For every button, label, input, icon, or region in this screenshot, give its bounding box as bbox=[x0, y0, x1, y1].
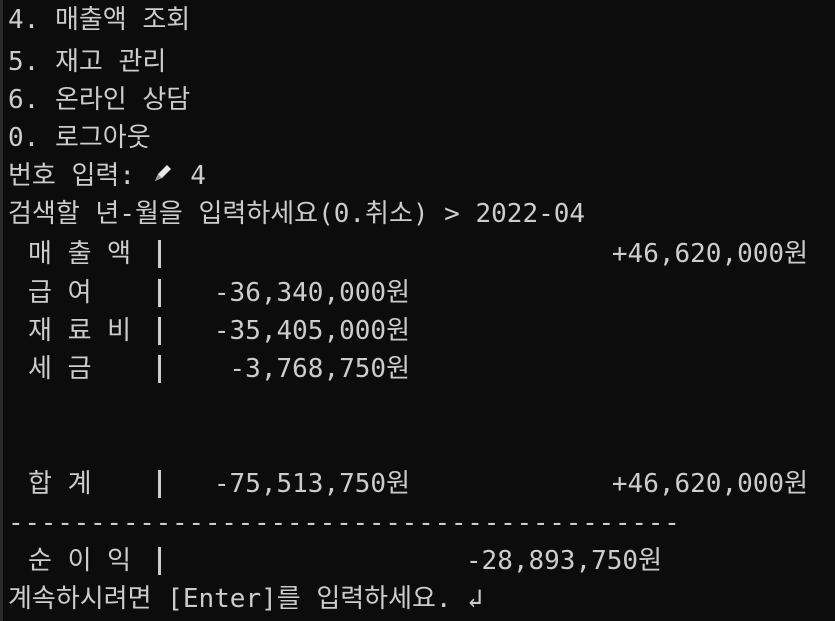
query-label: 검색할 년-월을 입력하세요(0.취소) > bbox=[8, 199, 476, 229]
row-income: +46,620,000원 bbox=[611, 239, 808, 269]
column-divider bbox=[158, 240, 161, 268]
row-expense: -35,405,000원 bbox=[213, 316, 410, 346]
total-label: 합 계 bbox=[28, 469, 92, 499]
menu-item-sales: 4. 매출액 조회 bbox=[8, 5, 191, 35]
prompt-value: 4 bbox=[190, 161, 206, 191]
window-edge bbox=[0, 0, 3, 621]
menu-item-inventory: 5. 재고 관리 bbox=[8, 47, 167, 77]
row-label: 매 출 액 bbox=[28, 239, 132, 269]
row-expense bbox=[180, 236, 410, 272]
net-value: -28,893,750원 bbox=[465, 546, 662, 576]
column-divider bbox=[158, 317, 161, 345]
row-expense: -3,768,750원 bbox=[229, 354, 410, 384]
row-label: 재 료 비 bbox=[28, 316, 132, 346]
pencil-icon bbox=[151, 159, 175, 195]
net-label: 순 이 익 bbox=[28, 546, 132, 576]
row-income bbox=[540, 313, 808, 349]
number-prompt[interactable]: 번호 입력: 4 bbox=[8, 158, 206, 194]
continue-prompt[interactable]: 계속하시려면 [Enter]를 입력하세요. ↲ bbox=[8, 581, 483, 617]
row-label: 급 여 bbox=[28, 278, 92, 308]
row-income bbox=[540, 351, 808, 387]
menu-item-logout: 0. 로그아웃 bbox=[8, 123, 151, 153]
row-label: 세 금 bbox=[28, 354, 92, 384]
row-income bbox=[540, 275, 808, 311]
total-income: +46,620,000원 bbox=[611, 469, 808, 499]
menu-item-consult: 6. 온라인 상담 bbox=[8, 85, 191, 115]
column-divider bbox=[158, 279, 161, 307]
prompt-label: 번호 입력: bbox=[8, 161, 151, 191]
terminal-window: 4. 매출액 조회 5. 재고 관리 6. 온라인 상담 0. 로그아웃 번호 … bbox=[0, 0, 835, 621]
query-value: 2022-04 bbox=[475, 199, 586, 229]
column-divider bbox=[158, 547, 161, 575]
row-expense: -36,340,000원 bbox=[213, 278, 410, 308]
total-expense: -75,513,750원 bbox=[213, 469, 410, 499]
month-query[interactable]: 검색할 년-월을 입력하세요(0.취소) > 2022-04 bbox=[8, 196, 585, 232]
column-divider bbox=[158, 470, 161, 498]
column-divider bbox=[158, 355, 161, 383]
separator-line: ----------------------------------------… bbox=[8, 508, 681, 538]
